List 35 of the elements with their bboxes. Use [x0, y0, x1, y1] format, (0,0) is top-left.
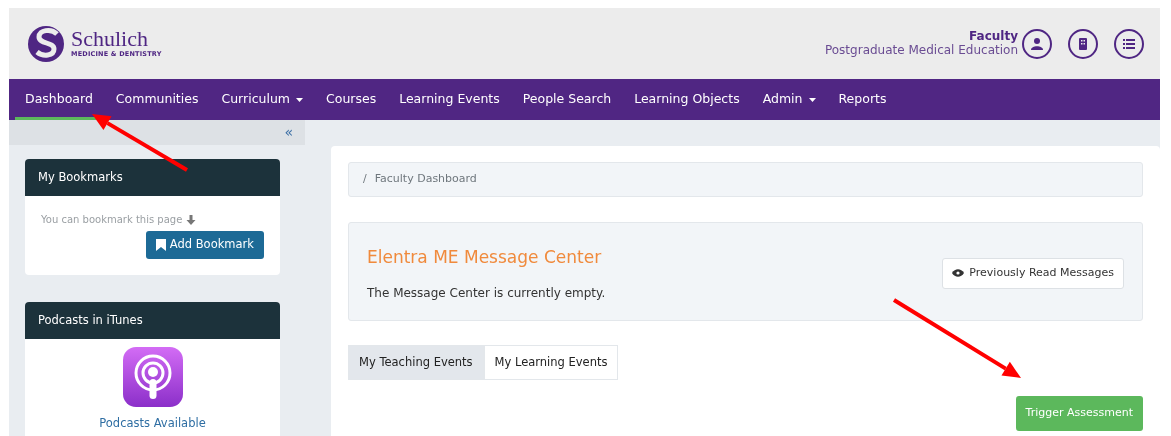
building-button[interactable] [1068, 28, 1098, 59]
nav-link[interactable]: Curriculum [211, 79, 313, 120]
list-icon [1122, 36, 1136, 51]
add-bookmark-button[interactable]: Add Bookmark [145, 231, 264, 259]
bookmark-icon [155, 238, 166, 251]
podcasts-link[interactable]: Podcasts Available [99, 414, 206, 432]
user-role: Faculty [968, 30, 1018, 44]
eye-icon [952, 269, 965, 278]
nav-link[interactable]: People Search [512, 79, 622, 120]
bookmark-hint: You can bookmark this page [41, 213, 183, 228]
empty-message: The Message Center is currently empty. [367, 285, 606, 302]
logo-icon [27, 24, 67, 63]
nav-link[interactable]: Reports [828, 79, 897, 120]
user-organisation: Postgraduate Medical Education [824, 43, 1018, 57]
logo-text: Schulich [71, 27, 149, 50]
card-title: Podcasts in iTunes [25, 301, 280, 339]
previously-read-button[interactable]: Previously Read Messages [942, 258, 1124, 289]
user-icon [1030, 36, 1044, 51]
nav-link[interactable]: Communities [105, 79, 209, 120]
breadcrumb-item: Faculty Dashboard [374, 172, 477, 185]
tab[interactable]: My Learning Events [483, 345, 619, 381]
arrow-down-icon [186, 214, 197, 225]
collapse-sidebar-button[interactable]: « [284, 124, 293, 140]
nav-link[interactable]: Courses [316, 79, 387, 120]
card-title: My Bookmarks [25, 159, 280, 197]
podcast-icon [122, 346, 183, 407]
breadcrumb-separator: / [363, 172, 367, 185]
profile-button[interactable] [1022, 28, 1052, 59]
nav-link[interactable]: Learning Events [389, 79, 510, 120]
nav-link[interactable]: Admin [752, 79, 826, 120]
building-icon [1076, 36, 1090, 51]
tab[interactable]: My Teaching Events [348, 345, 484, 381]
panel-title: Elentra ME Message Center [367, 245, 603, 269]
nav-link[interactable]: Learning Objects [624, 79, 750, 120]
menu-button[interactable] [1114, 28, 1144, 59]
